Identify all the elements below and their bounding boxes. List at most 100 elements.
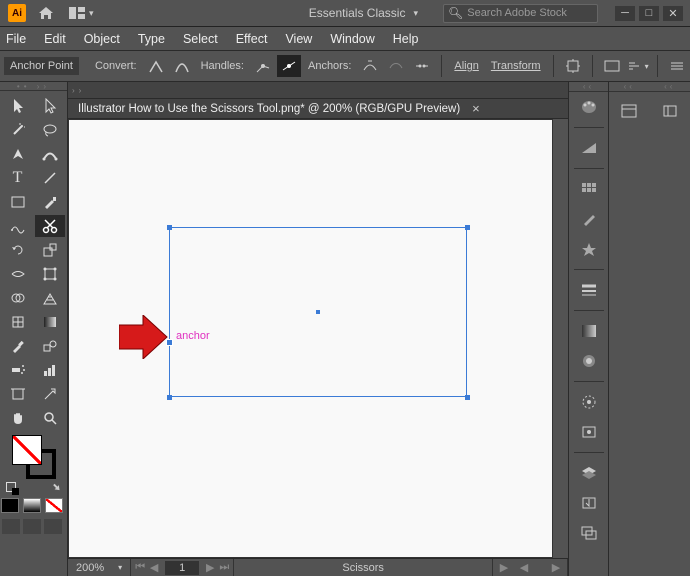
minimize-button[interactable]: ─ <box>615 6 635 21</box>
maximize-button[interactable]: □ <box>639 6 659 21</box>
shape-builder-tool[interactable] <box>3 287 33 309</box>
document-tab[interactable]: Illustrator How to Use the Scissors Tool… <box>68 99 568 119</box>
blend-tool[interactable] <box>35 335 65 357</box>
gradient-tool[interactable] <box>35 311 65 333</box>
menu-object[interactable]: Object <box>84 32 120 46</box>
libraries-panel-icon[interactable] <box>655 98 685 124</box>
draw-normal-icon[interactable] <box>2 519 20 534</box>
arrange-documents-icon[interactable]: ▾ <box>69 7 94 19</box>
convert-corner-icon[interactable] <box>144 55 168 77</box>
home-icon[interactable] <box>38 6 54 20</box>
last-artboard-icon[interactable]: ⏭︎ <box>217 561 231 574</box>
rectangle-tool[interactable] <box>3 191 33 213</box>
menu-effect[interactable]: Effect <box>236 32 268 46</box>
gradient-mode-icon[interactable] <box>23 498 41 513</box>
swap-fill-stroke-icon[interactable] <box>50 482 62 494</box>
appearance-panel-icon[interactable] <box>574 389 604 415</box>
align-to-icon[interactable] <box>600 55 624 77</box>
fill-stroke-swatch[interactable] <box>12 435 56 479</box>
scissors-tool[interactable] <box>35 215 65 237</box>
zoom-level[interactable]: 200%▾ <box>68 559 131 576</box>
symbol-sprayer-tool[interactable] <box>3 359 33 381</box>
align-link[interactable]: Align <box>454 60 478 72</box>
hand-tool[interactable] <box>3 407 33 429</box>
connect-anchor-icon[interactable] <box>384 55 408 77</box>
swatches-panel-icon[interactable] <box>574 176 604 202</box>
properties-panel-icon[interactable] <box>614 98 644 124</box>
asset-export-panel-icon[interactable] <box>574 490 604 516</box>
anchor-bot-right[interactable] <box>465 395 470 400</box>
stroke-panel-icon[interactable] <box>574 277 604 303</box>
vertical-scrollbar[interactable] <box>553 119 568 558</box>
canvas[interactable]: anchor <box>68 119 553 558</box>
panel-grip-1[interactable]: ‹‹ <box>569 82 608 92</box>
scroll-right2-icon[interactable]: ▶︎ <box>549 561 563 574</box>
artboards-panel-icon[interactable] <box>574 520 604 546</box>
mesh-tool[interactable] <box>3 311 33 333</box>
next-artboard-icon[interactable]: ▶︎ <box>203 561 217 574</box>
remove-anchor-icon[interactable] <box>358 55 382 77</box>
menu-type[interactable]: Type <box>138 32 165 46</box>
free-transform-tool[interactable] <box>35 263 65 285</box>
rotate-tool[interactable] <box>3 239 33 261</box>
brushes-panel-icon[interactable] <box>574 206 604 232</box>
gradient-panel-icon[interactable] <box>574 318 604 344</box>
draw-behind-icon[interactable] <box>23 519 41 534</box>
curvature-tool[interactable] <box>35 143 65 165</box>
menu-edit[interactable]: Edit <box>44 32 66 46</box>
close-tab-icon[interactable]: × <box>472 101 480 116</box>
type-tool[interactable]: T <box>3 167 33 189</box>
cut-path-icon[interactable] <box>410 55 434 77</box>
slice-tool[interactable] <box>35 383 65 405</box>
transparency-panel-icon[interactable] <box>574 348 604 374</box>
color-mode-icon[interactable] <box>1 498 19 513</box>
menu-help[interactable]: Help <box>393 32 419 46</box>
anchor-bot-left[interactable] <box>167 395 172 400</box>
magic-wand-tool[interactable] <box>3 119 33 141</box>
convert-smooth-icon[interactable] <box>170 55 194 77</box>
handles-pair-icon[interactable] <box>277 55 301 77</box>
perspective-grid-tool[interactable] <box>35 287 65 309</box>
fill-color[interactable] <box>12 435 42 465</box>
paintbrush-tool[interactable] <box>35 191 65 213</box>
first-artboard-icon[interactable]: ⏮︎ <box>133 561 147 574</box>
symbols-panel-icon[interactable] <box>574 236 604 262</box>
panel-grip-3[interactable]: ‹‹ <box>664 82 675 91</box>
menu-select[interactable]: Select <box>183 32 218 46</box>
artboard-number[interactable]: 1 <box>165 561 199 575</box>
list-icon[interactable] <box>665 55 689 77</box>
isolate-icon[interactable] <box>561 55 585 77</box>
direct-selection-tool[interactable] <box>35 95 65 117</box>
eyedropper-tool[interactable] <box>3 335 33 357</box>
menu-view[interactable]: View <box>285 32 312 46</box>
line-tool[interactable] <box>35 167 65 189</box>
draw-inside-icon[interactable] <box>44 519 62 534</box>
doc-tabbar-grip[interactable]: ›› <box>68 82 568 99</box>
menu-window[interactable]: Window <box>330 32 374 46</box>
lasso-tool[interactable] <box>35 119 65 141</box>
close-button[interactable]: ✕ <box>663 6 683 21</box>
scale-tool[interactable] <box>35 239 65 261</box>
width-tool[interactable] <box>3 263 33 285</box>
shaper-tool[interactable] <box>3 215 33 237</box>
anchor-top-left[interactable] <box>167 225 172 230</box>
column-graph-tool[interactable] <box>35 359 65 381</box>
default-fill-stroke-icon[interactable] <box>6 482 16 492</box>
toolbox-grip[interactable]: •• ›› <box>0 82 67 91</box>
workspace-switcher[interactable]: Essentials Classic ▾ <box>309 6 418 20</box>
color-guide-panel-icon[interactable] <box>574 135 604 161</box>
graphic-styles-panel-icon[interactable] <box>574 419 604 445</box>
pen-tool[interactable] <box>3 143 33 165</box>
menu-file[interactable]: File <box>6 32 26 46</box>
prev-artboard-icon[interactable]: ◀︎ <box>147 561 161 574</box>
layers-panel-icon[interactable] <box>574 460 604 486</box>
none-mode-icon[interactable] <box>45 498 63 513</box>
artboard-tool[interactable] <box>3 383 33 405</box>
panel-grip-2[interactable]: ‹‹ <box>624 82 635 91</box>
scroll-right-icon[interactable]: ▶︎ <box>497 561 511 574</box>
handles-break-icon[interactable] <box>251 55 275 77</box>
scroll-left-icon[interactable]: ◀︎ <box>517 561 531 574</box>
selection-tool[interactable] <box>3 95 33 117</box>
zoom-tool[interactable] <box>35 407 65 429</box>
align-dropdown-icon[interactable]: ▾ <box>626 55 650 77</box>
